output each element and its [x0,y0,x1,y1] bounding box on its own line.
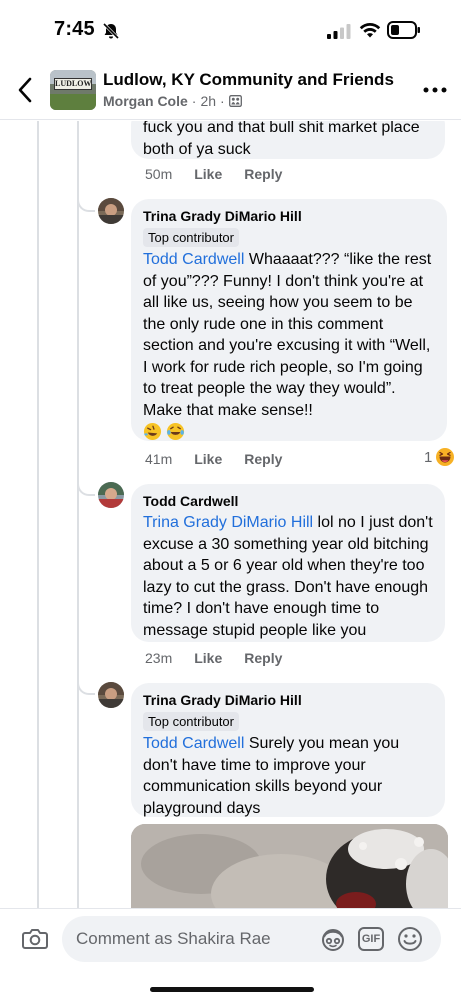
comment-author[interactable]: Todd Cardwell [143,492,433,510]
reply-button[interactable]: Reply [244,166,282,182]
status-time: 7:45 [54,18,95,40]
like-button[interactable]: Like [194,650,222,666]
reaction-count: 1 [424,448,433,466]
mention-link[interactable]: Todd Cardwell [143,251,244,268]
comment-time: 41m [145,451,173,467]
bell-slash-icon [102,22,120,40]
haha-reaction-icon [435,447,456,467]
laughing-tears-emoji [167,422,185,441]
rofl-emoji [143,422,162,441]
back-arrow-icon[interactable] [12,74,38,106]
comment-bubble: fuck you and that bull shit market place… [131,121,445,159]
group-avatar-sign: LUDLOW [54,78,92,90]
gif-label: GIF [361,932,381,945]
comment-actions: 50m Like Reply [145,166,282,182]
comment-clip: fuck you and that bull shit market place… [0,121,461,161]
commenter-avatar[interactable] [98,198,124,224]
comment-author[interactable]: Trina Grady DiMario Hill [143,691,433,709]
top-contributor-badge: Top contributor [143,712,239,731]
comment-actions: 23m Like Reply [145,650,282,666]
avatar-sticker-icon[interactable] [320,926,346,952]
wifi-icon [359,23,381,38]
comment-text: fuck you and that bull shit market place… [143,121,420,158]
comment-emojis [143,422,435,441]
commenter-avatar[interactable] [98,482,124,508]
thread-connector [77,679,95,695]
home-indicator [150,987,314,992]
battery-icon [387,21,420,39]
thread-connector [77,196,95,212]
group-audience-icon [228,95,242,107]
post-author[interactable]: Morgan Cole [103,93,188,109]
emoji-icon[interactable] [397,926,423,952]
comment-bubble: Trina Grady DiMario Hill Top contributor… [131,199,447,441]
gif-icon[interactable]: GIF [358,927,384,951]
comment-time: 23m [145,650,173,666]
thread-connector [77,480,95,496]
cellular-signal-icon [327,24,351,39]
like-button[interactable]: Like [194,451,222,467]
comment-input[interactable] [62,916,441,962]
comment-time: 50m [145,166,173,182]
thread-line [37,121,39,908]
group-name[interactable]: Ludlow, KY Community and Friends [103,70,394,90]
like-button[interactable]: Like [194,166,222,182]
comment-bubble: Todd Cardwell Trina Grady DiMario Hill l… [131,484,445,642]
comment-text: Todd Cardwell Whaaaat??? “like the rest … [143,251,432,419]
group-avatar[interactable]: LUDLOW [50,70,96,110]
status-bar: 7:45 [0,0,461,60]
comment-text: Trina Grady DiMario Hill lol no I just d… [143,514,433,639]
commenter-avatar[interactable] [98,682,124,708]
camera-icon[interactable] [22,927,48,951]
reply-button[interactable]: Reply [244,650,282,666]
comment-text: Todd Cardwell Surely you mean you don't … [143,735,400,817]
meta-separator: · [220,93,225,109]
mention-link[interactable]: Todd Cardwell [143,735,244,752]
comment-author[interactable]: Trina Grady DiMario Hill [143,207,435,225]
reaction-summary[interactable]: 1 [424,447,456,467]
thread-line [77,121,79,908]
post-age: 2h [200,93,217,109]
comment-bubble: Trina Grady DiMario Hill Top contributor… [131,683,445,817]
reply-button[interactable]: Reply [244,451,282,467]
more-options-icon[interactable] [421,80,449,100]
post-meta: Morgan Cole · 2h · [103,93,242,109]
post-header: LUDLOW Ludlow, KY Community and Friends … [0,62,461,120]
comment-actions: 41m Like Reply [145,451,282,467]
mention-link[interactable]: Trina Grady DiMario Hill [143,514,313,531]
meta-separator: · [191,93,197,109]
top-contributor-badge: Top contributor [143,228,239,247]
